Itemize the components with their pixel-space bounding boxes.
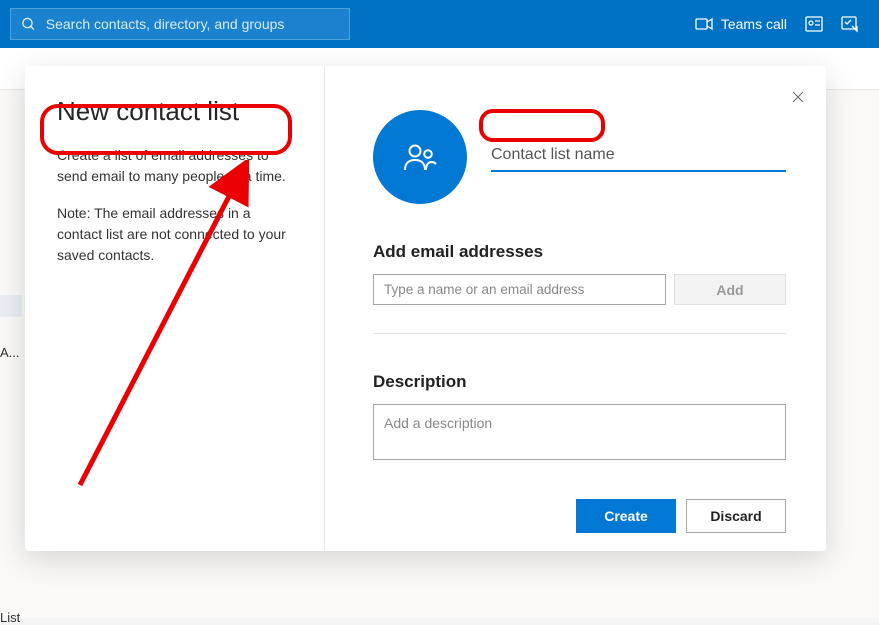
search-icon [21,16,36,32]
create-button[interactable]: Create [576,499,676,533]
modal-left-panel: New contact list Create a list of email … [25,66,325,551]
email-address-input[interactable] [373,274,666,305]
description-input[interactable] [373,404,786,460]
modal-title: New contact list [57,96,292,127]
email-row: Add [373,274,786,334]
feedback-icon[interactable] [841,15,859,33]
contact-list-name-input[interactable] [491,140,786,172]
close-icon [792,91,804,103]
close-button[interactable] [792,90,804,106]
avatar-row [373,110,786,204]
video-icon [695,17,713,31]
contact-list-avatar [373,110,467,204]
add-email-button[interactable]: Add [674,274,786,305]
search-input[interactable] [46,16,339,32]
sidebar-item-a[interactable]: A... [0,345,20,360]
description-section-label: Description [373,372,786,392]
modal-right-panel: Add email addresses Add Description Crea… [325,66,826,551]
name-input-wrap [491,110,786,172]
emails-section-label: Add email addresses [373,242,786,262]
people-card-icon[interactable] [805,15,823,33]
top-bar-right: Teams call [695,15,869,33]
discard-button[interactable]: Discard [686,499,786,533]
teams-call-button[interactable]: Teams call [695,16,787,32]
modal-description-1: Create a list of email addresses to send… [57,145,292,187]
teams-call-label: Teams call [721,16,787,32]
search-box[interactable] [10,8,350,40]
button-row: Create Discard [373,499,786,533]
top-bar: Teams call [0,0,879,48]
modal-description-2: Note: The email addresses in a contact l… [57,203,292,266]
sidebar-selected-item[interactable] [0,295,22,317]
new-contact-list-modal: New contact list Create a list of email … [25,66,826,551]
people-icon [402,142,438,172]
